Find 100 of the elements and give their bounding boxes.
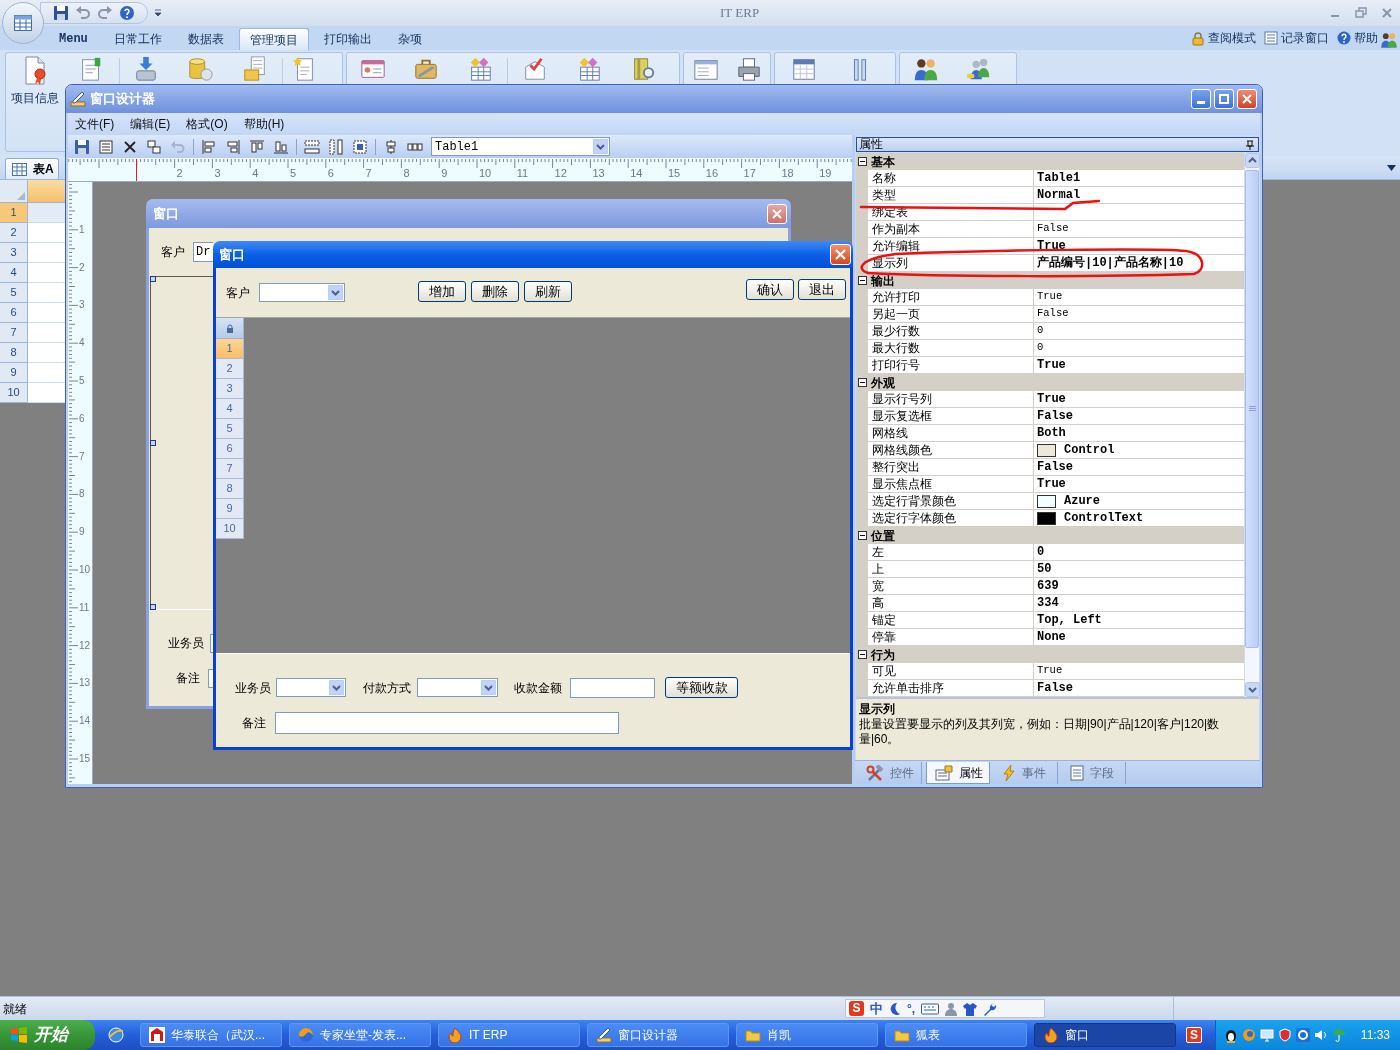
property-value[interactable]: False (1037, 458, 1073, 476)
ime-punctuation[interactable]: °, (907, 999, 916, 1018)
combo-box[interactable] (276, 678, 346, 697)
ribbon-tab[interactable]: 日常工作 (102, 28, 173, 50)
row-header[interactable]: 10 (0, 383, 28, 403)
property-name[interactable]: 作为副本 (872, 220, 920, 238)
row-header[interactable]: 5 (0, 283, 28, 303)
row-header[interactable]: 2 (0, 223, 28, 243)
property-value[interactable]: False (1037, 221, 1069, 237)
property-value[interactable]: True (1037, 237, 1066, 255)
center-icon[interactable] (383, 138, 399, 155)
property-name[interactable]: 允许单击排序 (872, 679, 944, 697)
property-name[interactable]: 选定行背景颜色 (872, 492, 956, 510)
ribbon-tab[interactable]: 打印输出 (312, 28, 383, 50)
close-button[interactable] (830, 244, 851, 265)
person-icon[interactable] (945, 1001, 958, 1016)
toolbar-button[interactable]: 删除 (471, 281, 519, 302)
monitor-icon[interactable] (1260, 1028, 1274, 1042)
penguin-icon[interactable] (1224, 1027, 1238, 1043)
row-header[interactable]: 4 (0, 263, 28, 283)
row-header[interactable]: 8 (0, 343, 28, 363)
property-value[interactable]: 50 (1037, 560, 1052, 578)
row-header[interactable]: 3 (0, 243, 28, 263)
row-header[interactable]: 7 (216, 459, 244, 479)
property-value[interactable]: 0 (1037, 543, 1045, 561)
property-name[interactable]: 锚定 (872, 611, 896, 629)
row-header[interactable]: 9 (0, 363, 28, 383)
shield-icon[interactable] (1278, 1028, 1292, 1042)
row-header[interactable]: 3 (216, 379, 244, 399)
input-field[interactable] (570, 677, 655, 698)
row-header[interactable]: 9 (216, 499, 244, 519)
property-value[interactable]: Control (1064, 441, 1115, 459)
selection-handle[interactable] (150, 604, 156, 610)
property-value[interactable]: Azure (1064, 492, 1100, 510)
align-left-icon[interactable] (201, 138, 217, 155)
row-header[interactable]: 6 (0, 303, 28, 323)
property-name[interactable]: 最大行数 (872, 339, 920, 357)
taskbar-item[interactable]: 窗口 (1034, 1023, 1176, 1047)
property-value[interactable]: 639 (1037, 577, 1059, 595)
ribbon-tab[interactable]: 数据表 (176, 28, 235, 50)
property-value[interactable]: None (1037, 628, 1066, 646)
property-name[interactable]: 停靠 (872, 628, 896, 646)
panel-tab[interactable]: 字段 (1062, 762, 1126, 784)
pin-icon[interactable] (1246, 139, 1254, 150)
property-name[interactable]: 允许编辑 (872, 237, 920, 255)
ribbon-link[interactable]: 帮助 (1337, 29, 1378, 47)
input-field[interactable] (275, 712, 619, 734)
scrollbar-thumb[interactable] (1245, 170, 1259, 648)
keyboard-icon[interactable] (921, 1002, 940, 1015)
close-button[interactable] (1237, 89, 1257, 109)
dialog-button[interactable]: 确认 (746, 279, 794, 300)
people-icon[interactable] (912, 56, 940, 82)
moon-icon[interactable] (889, 1001, 901, 1016)
property-name[interactable]: 网格线 (872, 424, 908, 442)
action-button[interactable]: 等额收款 (665, 677, 738, 698)
row-header[interactable]: 5 (216, 419, 244, 439)
row-header[interactable]: 10 (216, 519, 244, 539)
delete-icon[interactable] (122, 138, 138, 155)
taskbar-item[interactable]: 华泰联合（武汉... (140, 1023, 282, 1047)
same-size-icon[interactable] (352, 138, 368, 155)
same-width-icon[interactable] (304, 138, 320, 155)
property-name[interactable]: 整行突出 (872, 458, 920, 476)
panel-tab[interactable]: 事件 (994, 762, 1058, 784)
property-value[interactable]: 产品编号|10|产品名称|10 (1037, 254, 1184, 272)
close-button[interactable] (767, 203, 787, 224)
property-name[interactable]: 高 (872, 594, 884, 612)
minimize-button[interactable] (1191, 89, 1211, 109)
input-field[interactable] (208, 668, 213, 688)
category-header[interactable]: 位置 (856, 527, 1244, 544)
taskbar-item[interactable]: 狐表 (885, 1023, 1027, 1047)
row-header[interactable]: 7 (0, 323, 28, 343)
maximize-button[interactable] (1214, 89, 1234, 109)
property-value[interactable]: False (1037, 306, 1069, 322)
ribbon-link[interactable]: 查阅模式 (1191, 29, 1256, 47)
combo-box[interactable] (417, 678, 498, 697)
property-value[interactable]: ControlText (1064, 509, 1144, 527)
scroll-down-button[interactable] (1245, 682, 1260, 697)
dialog-button[interactable]: 退出 (798, 279, 846, 300)
menu-item[interactable]: 文件(F) (69, 115, 121, 133)
calendar-icon[interactable] (790, 56, 818, 82)
property-name[interactable]: 网格线颜色 (872, 441, 932, 459)
property-name[interactable]: 打印行号 (872, 356, 920, 374)
ribbon-tab[interactable]: 管理项目 (238, 28, 309, 50)
scroll-up-button[interactable] (1245, 153, 1260, 168)
dropdown-caret-icon[interactable] (154, 9, 162, 17)
globe-icon[interactable] (108, 1027, 124, 1043)
property-name[interactable]: 名称 (872, 169, 896, 187)
ime-logo[interactable]: S (1186, 1027, 1202, 1043)
property-name[interactable]: 左 (872, 543, 884, 561)
ribbon-button[interactable]: 项目信息 (6, 56, 63, 148)
align-bottom-icon[interactable] (273, 138, 289, 155)
menu-item[interactable]: 格式(O) (180, 115, 234, 133)
ime-mode[interactable]: 中 (870, 998, 883, 1019)
property-value[interactable]: Top, Left (1037, 611, 1102, 629)
input-field[interactable]: Dr (193, 242, 213, 262)
sheet-tab[interactable]: 表A (5, 158, 59, 179)
align-right-icon[interactable] (225, 138, 241, 155)
selection-handle[interactable] (150, 276, 156, 282)
property-name[interactable]: 允许打印 (872, 288, 920, 306)
toolbar-button[interactable]: 增加 (418, 281, 466, 302)
